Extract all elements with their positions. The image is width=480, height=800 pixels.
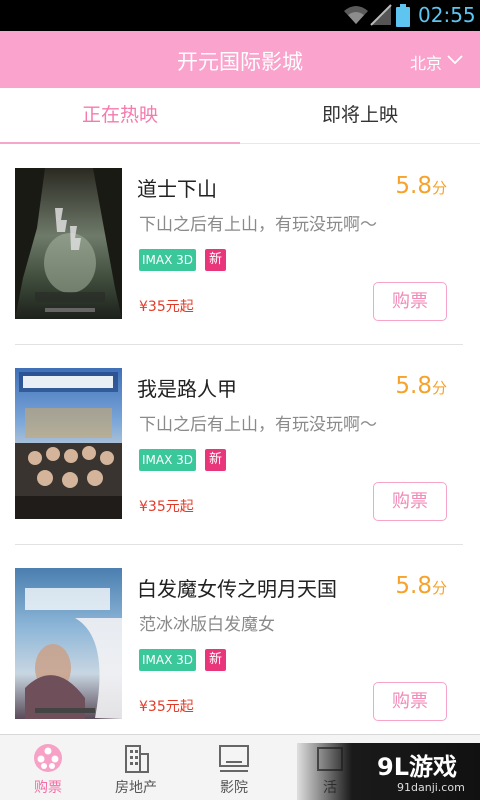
movie-poster[interactable] xyxy=(15,568,122,719)
wifi-icon xyxy=(344,6,368,24)
header: 开元国际影城 北京 xyxy=(0,31,480,88)
clock: 02:55 xyxy=(418,3,476,27)
tab-coming-soon[interactable]: 即将上映 xyxy=(240,88,480,144)
nav-label: 购票 xyxy=(34,780,62,796)
nav-item-real-estate[interactable]: 房地产 xyxy=(88,735,184,800)
page-title: 开元国际影城 xyxy=(177,50,303,74)
watermark-url: 91danji.com xyxy=(397,781,465,794)
building-icon xyxy=(125,745,149,773)
score-value: 5.8 xyxy=(395,173,432,199)
movie-item[interactable]: 我是路人甲 5.8分 下山之后有上山，有玩没玩啊～ IMAX 3D 新 ¥35元… xyxy=(0,345,480,545)
movie-title: 道士下山 xyxy=(137,177,217,201)
movie-score: 5.8分 xyxy=(395,373,447,399)
tab-bar: 正在热映 即将上映 xyxy=(0,88,480,144)
nav-item-tickets[interactable]: 购票 xyxy=(0,735,96,800)
score-value: 5.8 xyxy=(395,373,432,399)
buy-ticket-button[interactable]: 购票 xyxy=(373,282,447,321)
movie-description: 下山之后有上山，有玩没玩啊～ xyxy=(139,215,377,235)
movie-price: ¥35元起 xyxy=(139,499,194,515)
city-selector[interactable]: 北京 xyxy=(410,50,442,74)
movie-title: 白发魔女传之明月天国 xyxy=(137,577,337,601)
signal-icon xyxy=(370,4,392,26)
new-badge: 新 xyxy=(205,649,226,671)
nav-item-cinema[interactable]: 影院 xyxy=(186,735,282,800)
movie-item[interactable]: 白发魔女传之明月天国 5.8分 范冰冰版白发魔女 IMAX 3D 新 ¥35元起… xyxy=(0,545,480,745)
movie-price: ¥35元起 xyxy=(139,699,194,715)
watermark-text: 9L游戏 xyxy=(377,753,457,781)
score-value: 5.8 xyxy=(395,573,432,599)
status-bar: 02:55 xyxy=(0,0,480,31)
movie-item[interactable]: 道士下山 5.8分 下山之后有上山，有玩没玩啊～ IMAX 3D 新 ¥35元起… xyxy=(0,145,480,345)
film-reel-icon xyxy=(34,744,62,772)
movie-score: 5.8分 xyxy=(395,173,447,199)
movie-score: 5.8分 xyxy=(395,573,447,599)
battery-icon xyxy=(396,4,410,27)
nav-label: 房地产 xyxy=(115,780,157,796)
movie-price: ¥35元起 xyxy=(139,299,194,315)
score-unit: 分 xyxy=(431,579,447,597)
imax-badge: IMAX 3D xyxy=(139,649,196,671)
movie-description: 下山之后有上山，有玩没玩啊～ xyxy=(139,415,377,435)
imax-badge: IMAX 3D xyxy=(139,449,196,471)
watermark-logo: 9L游戏 91danji.com xyxy=(297,743,480,800)
buy-ticket-button[interactable]: 购票 xyxy=(373,482,447,521)
tab-now-showing[interactable]: 正在热映 xyxy=(0,88,240,144)
score-unit: 分 xyxy=(431,379,447,397)
score-unit: 分 xyxy=(431,179,447,197)
new-badge: 新 xyxy=(205,449,226,471)
new-badge: 新 xyxy=(205,249,226,271)
movie-poster[interactable] xyxy=(15,168,122,319)
movie-title: 我是路人甲 xyxy=(137,377,237,401)
buy-ticket-button[interactable]: 购票 xyxy=(373,682,447,721)
nav-label: 影院 xyxy=(220,780,248,796)
movie-description: 范冰冰版白发魔女 xyxy=(139,615,275,635)
movie-poster[interactable] xyxy=(15,368,122,519)
imax-badge: IMAX 3D xyxy=(139,249,196,271)
chevron-down-icon[interactable] xyxy=(447,54,463,66)
screen-icon xyxy=(219,745,249,772)
tab-indicator xyxy=(0,142,240,144)
